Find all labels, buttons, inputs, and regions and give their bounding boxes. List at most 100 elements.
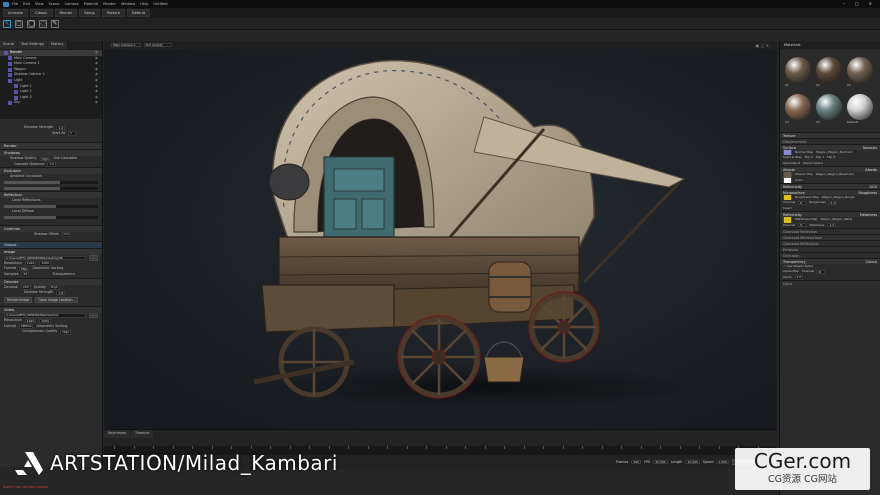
ambient-slider-2[interactable]	[4, 186, 98, 190]
marquee-tool-icon[interactable]: ▢	[15, 19, 23, 28]
denoise-quality-select[interactable]: High	[48, 285, 60, 290]
transparency-check[interactable]: Transparency	[52, 272, 75, 278]
menu-item-view[interactable]: View	[35, 2, 44, 6]
section-shadows[interactable]: Shadows	[0, 149, 102, 157]
alpha-field[interactable]: 1.0	[794, 275, 804, 280]
video-resolution-width[interactable]: 1920	[24, 318, 37, 324]
open-image-location-button[interactable]: Open Image Location...	[35, 296, 79, 303]
material-section[interactable]: Extra	[780, 280, 880, 287]
format-select[interactable]: PNG	[18, 266, 30, 272]
menu-item-untitled[interactable]: Untitled	[153, 2, 167, 6]
select-tool-icon[interactable]: ↖	[3, 19, 11, 28]
generate-z-check[interactable]: Generate Z	[783, 161, 800, 166]
menu-item-camera[interactable]: Camera	[64, 2, 78, 6]
section-reflection[interactable]: Reflection	[0, 191, 102, 199]
video-path-field[interactable]: C:/Users/EFM_RENDERING/Desktop	[4, 313, 86, 318]
denoise-strength-field-2[interactable]: 1.0	[56, 290, 66, 296]
close-icon[interactable]: ✕	[869, 1, 872, 6]
render-viewport[interactable]	[104, 49, 777, 429]
shadow-offset-field[interactable]: 0.0	[61, 232, 71, 237]
material-swatch[interactable]: 03	[846, 57, 874, 91]
compression-select[interactable]: High	[60, 330, 72, 335]
section-output[interactable]: Output	[0, 241, 102, 249]
section-render[interactable]: Render	[0, 142, 102, 150]
material-swatch[interactable]: 04	[784, 94, 812, 128]
brush-tool-icon[interactable]: ✎	[51, 19, 59, 28]
output-path-field[interactable]: C:/Users/EFM_RENDERING/Desktop/Mi	[4, 255, 86, 261]
denoise-device-select[interactable]: CPU	[20, 285, 31, 290]
tab-render[interactable]: Render	[54, 9, 78, 17]
maximize-icon[interactable]: □	[855, 1, 859, 6]
material-swatch[interactable]: 01	[784, 57, 812, 91]
tab-texture[interactable]: Texture	[101, 9, 125, 17]
video-resolution-height[interactable]: 1080	[39, 318, 51, 324]
menu-item-file[interactable]: File	[12, 2, 18, 6]
speed-field[interactable]: 1.000	[716, 459, 730, 465]
panel-tab-scene[interactable]: Scene	[0, 41, 17, 49]
timeline-tab-timeline[interactable]: Timeline	[130, 430, 154, 438]
material-swatch[interactable]: 02	[815, 57, 843, 91]
timeline-tab-keyframes[interactable]: Keyframes	[104, 430, 130, 438]
denoise-strength-field[interactable]: 1.0	[56, 125, 66, 131]
tab-classic[interactable]: Classic	[30, 9, 53, 17]
local-diffuse-slider[interactable]	[4, 216, 98, 220]
flip-z-check[interactable]: Flip Z	[827, 155, 835, 160]
invert-check[interactable]: Invert	[783, 206, 792, 211]
panel-tab-history[interactable]: History	[47, 41, 67, 49]
video-browse-button[interactable]: …	[88, 312, 98, 319]
tab-default[interactable]: Default	[126, 9, 151, 17]
render-image-button[interactable]: Render Image	[4, 296, 33, 303]
timeline-tick	[192, 446, 193, 449]
minimize-icon[interactable]: –	[843, 1, 845, 6]
panel-tab-tool-settings[interactable]: Tool Settings	[17, 41, 47, 49]
local-refl-slider[interactable]	[4, 205, 98, 209]
section-video[interactable]: Video	[0, 305, 102, 313]
frames-field[interactable]: 300	[631, 459, 642, 465]
length-field[interactable]: 10.000	[685, 459, 700, 465]
visibility-icon[interactable]: ◉	[95, 100, 98, 106]
section-exclusion[interactable]: Exclusion	[0, 167, 102, 175]
channel-select[interactable]: R	[798, 200, 807, 206]
menu-item-edit[interactable]: Edit	[23, 2, 30, 6]
scene-tree[interactable]: Render ◉ Main Camera ◉ Main Camera 1 ◉ Wagon ◉ S…	[0, 49, 102, 119]
section-denoise[interactable]: Denoise	[0, 277, 102, 285]
metalness-field[interactable]: 1.0	[827, 222, 837, 228]
material-swatch[interactable]: Default	[846, 94, 874, 128]
video-format-select[interactable]: MPEG4	[18, 324, 34, 329]
resolution-height[interactable]: 1080	[39, 261, 51, 266]
tab-animate[interactable]: Animate	[3, 9, 29, 17]
timeline-tick	[640, 446, 642, 449]
fps-field[interactable]: 30.000	[653, 459, 668, 465]
start-at-field[interactable]: 1	[67, 131, 76, 136]
section-title: Clearcoat Microsurface	[783, 235, 822, 240]
shadow-quality-select[interactable]: High	[39, 156, 51, 162]
menu-item-window[interactable]: Window	[121, 2, 135, 6]
channel-select[interactable]: R	[798, 222, 807, 228]
ambient-slider[interactable]	[4, 181, 98, 185]
menu-item-help[interactable]: Help	[140, 2, 148, 6]
browse-button[interactable]: …	[88, 255, 98, 261]
cascade-distance-field[interactable]: 1.0	[47, 162, 57, 167]
resolution-width[interactable]: 1920	[24, 261, 37, 266]
section-title: Occlusion	[783, 253, 800, 258]
timeline-tick	[172, 446, 174, 449]
tab-setup[interactable]: Setup	[79, 9, 100, 17]
tree-node[interactable]: Sky ◉	[0, 100, 102, 106]
menu-item-scene[interactable]: Scene	[49, 2, 60, 6]
albedo-color-swatch[interactable]	[783, 177, 792, 183]
menu-item-render[interactable]: Render	[103, 2, 116, 6]
lasso-tool-icon[interactable]: ◯	[27, 19, 35, 28]
viewport-options-icon[interactable]: ▣ ▢ ✕	[756, 43, 769, 48]
section-image[interactable]: Image	[0, 248, 102, 256]
object-space-check[interactable]: Object Space	[803, 161, 823, 166]
material-swatch[interactable]: 05	[815, 94, 843, 128]
samples-field[interactable]: 64	[21, 272, 30, 277]
section-common[interactable]: Common	[0, 224, 102, 232]
roughness-field[interactable]: 1.0	[828, 200, 838, 206]
menu-item-material[interactable]: Material	[84, 2, 99, 6]
paint-tool-icon[interactable]: ◌	[39, 19, 47, 28]
camera-select[interactable]: Main Camera 1	[111, 42, 141, 48]
quality-select[interactable]: Full Quality	[144, 42, 172, 48]
channel-select[interactable]: R	[817, 269, 826, 275]
use-cascades-check[interactable]: Use Cascades	[53, 156, 77, 162]
